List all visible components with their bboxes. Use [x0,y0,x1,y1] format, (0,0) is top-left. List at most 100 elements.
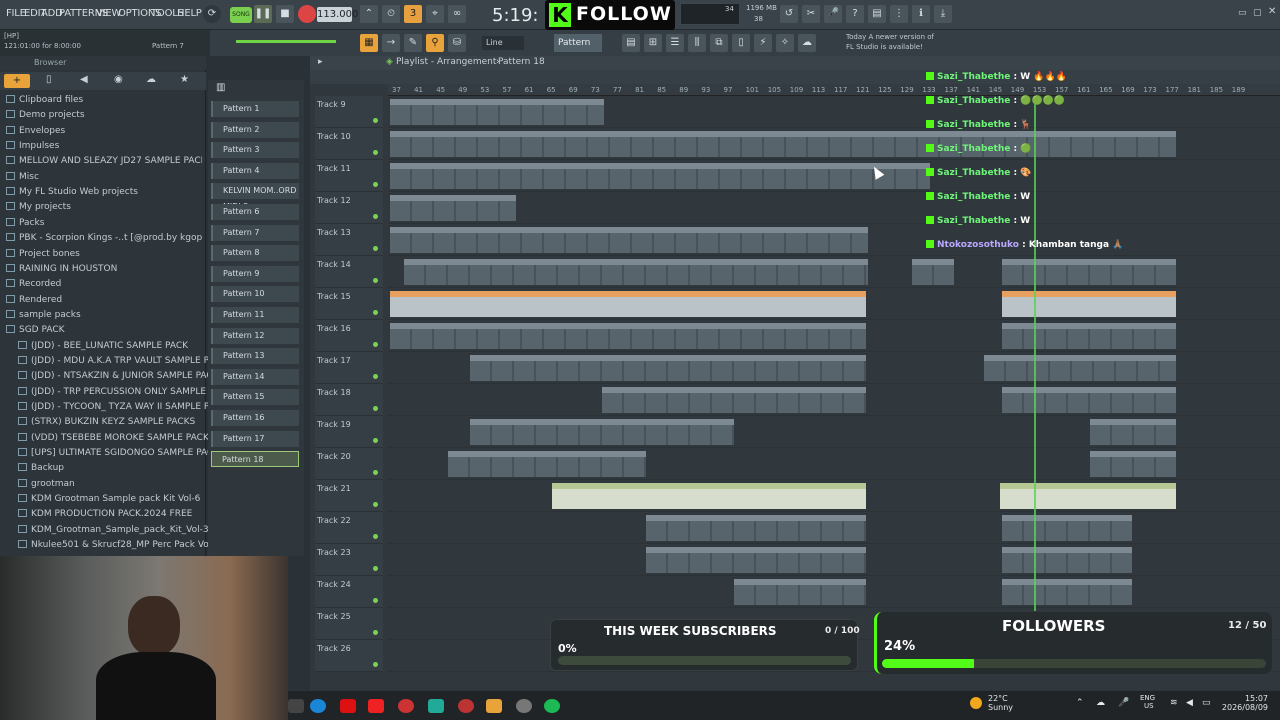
track-mute-led[interactable] [373,534,378,539]
chat-username[interactable]: Sazi_Thabethe [937,72,1010,82]
pattern-item[interactable]: Pattern 4 [211,162,299,179]
track-mute-led[interactable] [373,214,378,219]
browser-item[interactable]: KDM_Grootman_Sample_pack_Kit_Vol-3 [18,524,214,539]
file-explorer-icon[interactable] [288,699,304,713]
pattern-item[interactable]: Pattern 8 [211,245,299,262]
update-notice[interactable]: Today A newer version of FL Studio is av… [846,32,934,52]
volume-icon[interactable]: ◀ [1186,698,1193,708]
pattern-item[interactable]: Pattern 11 [211,307,299,323]
mixer-view-icon[interactable]: ⫼ [688,34,706,52]
pattern-selector[interactable]: Pattern 18 [554,34,602,66]
track-header[interactable]: Track 24 [315,576,383,608]
master-volume-slider[interactable] [236,40,336,43]
browser-plugin-icon[interactable]: ◉ [114,74,123,85]
metronome-icon[interactable]: ⌃ [360,5,378,23]
browser-item[interactable]: Packs [6,217,202,232]
pattern-clip[interactable] [912,259,954,285]
browser-item[interactable]: My projects [6,202,202,216]
pattern-item[interactable]: Pattern 9 [211,265,299,282]
track-header[interactable]: Track 15 [315,288,383,320]
browser-item[interactable]: (JDD) - MDU A.K.A TRP VAULT SAMPLE PACK [18,355,214,370]
pattern-clip[interactable] [646,547,866,573]
track-lane[interactable] [388,320,1280,352]
countdown-icon[interactable]: 3 [404,5,422,23]
pattern-clip[interactable] [552,483,866,509]
menu-file[interactable]: FILE [6,8,26,19]
track-mute-led[interactable] [373,182,378,187]
track-mute-led[interactable] [373,662,378,667]
browser-item[interactable]: (JDD) - TRP PERCUSSION ONLY SAMPLE PACK [18,386,214,401]
browser-item[interactable]: Demo projects [6,110,202,124]
track-mute-led[interactable] [373,630,378,635]
track-lane[interactable] [388,480,1280,512]
tuner-icon[interactable]: ✧ [776,34,794,52]
pattern-clip[interactable] [734,579,866,605]
browser-speaker-icon[interactable]: ◀ [80,74,88,85]
browser-add-icon[interactable]: + [4,74,30,88]
pattern-item[interactable]: Pattern 15 [211,389,299,406]
browser-item[interactable]: Envelopes [6,125,202,140]
track-header[interactable]: Track 11 [315,160,383,192]
language-indicator[interactable]: ENG US [1140,694,1155,710]
track-header[interactable]: Track 26 [315,640,383,672]
system-clock[interactable]: 15:07 2026/08/09 [1218,694,1268,712]
browser-item[interactable]: sample packs [6,309,202,324]
browser-item[interactable]: Impulses [6,141,202,155]
track-header[interactable]: Track 20 [315,448,383,480]
track-mute-led[interactable] [373,246,378,251]
track-header[interactable]: Track 22 [315,512,383,544]
track-lane[interactable] [388,256,1280,288]
wifi-icon[interactable]: ≋ [1170,698,1178,708]
track-lane[interactable] [388,576,1280,608]
browser-item[interactable]: My FL Studio Web projects [6,187,202,201]
pattern-clip[interactable] [1002,387,1176,413]
obs-icon[interactable] [398,699,414,713]
pattern-item[interactable]: Pattern 14 [211,368,299,385]
track-mute-led[interactable] [373,150,378,155]
arrow-right-icon[interactable]: → [382,34,400,52]
stamp-icon[interactable]: ⛁ [448,34,466,52]
browser-item[interactable]: Clipboard files [6,95,202,109]
pattern-clip[interactable] [1002,547,1132,573]
track-lane[interactable] [388,544,1280,576]
pattern-clip[interactable] [984,355,1176,381]
magnet-icon[interactable]: ⚲ [426,34,444,52]
browser-item[interactable]: (JDD) - BEE_LUNATIC SAMPLE PACK [18,340,214,355]
chat-username[interactable]: Sazi_Thabethe [937,96,1010,106]
track-header[interactable]: Track 25 [315,608,383,640]
track-header[interactable]: Track 9 [315,96,383,128]
app-icon[interactable] [428,699,444,713]
chat-username[interactable]: Sazi_Thabethe [937,144,1010,154]
track-lane[interactable] [388,288,1280,320]
track-header[interactable]: Track 19 [315,416,383,448]
track-mute-led[interactable] [373,598,378,603]
pattern-grid-icon[interactable]: ▥ [216,82,230,96]
track-mute-led[interactable] [373,406,378,411]
pattern-clip[interactable] [404,259,868,285]
snap-select[interactable]: Line [482,36,524,50]
playlist-rec-icon[interactable]: ◈ [386,57,393,67]
track-mute-led[interactable] [373,566,378,571]
pattern-item[interactable]: Pattern 1 [211,101,299,117]
pattern-item[interactable]: Pattern 18 [211,451,299,468]
chat-username[interactable]: Sazi_Thabethe [937,168,1010,178]
pattern-clip[interactable] [390,291,866,317]
browser-item[interactable]: grootman [18,478,214,493]
pattern-item[interactable]: Pattern 10 [211,286,299,303]
spotify-icon[interactable] [544,699,560,713]
track-header[interactable]: Track 18 [315,384,383,416]
pattern-item[interactable]: Pattern 16 [211,410,299,426]
pattern-item[interactable]: Pattern 3 [211,142,299,159]
cut-icon[interactable]: ✂ [802,5,820,23]
playlist-icon[interactable]: ▦ [360,34,378,52]
cloud-icon[interactable]: ☁ [798,34,816,52]
browser-file-icon[interactable]: ▯ [46,74,52,85]
chevron-up-icon[interactable]: ⌃ [1076,698,1084,708]
stop-icon[interactable]: ■ [276,5,294,23]
track-header[interactable]: Track 21 [315,480,383,512]
browser-item[interactable]: Recorded [6,279,202,293]
browser-item[interactable]: KDM PRODUCTION PACK.2024 FREE [18,509,214,523]
mixer-icon[interactable]: ⋮ [890,5,908,23]
weather-widget[interactable]: 22°C Sunny [988,694,1013,712]
track-header[interactable]: Track 10 [315,128,383,160]
